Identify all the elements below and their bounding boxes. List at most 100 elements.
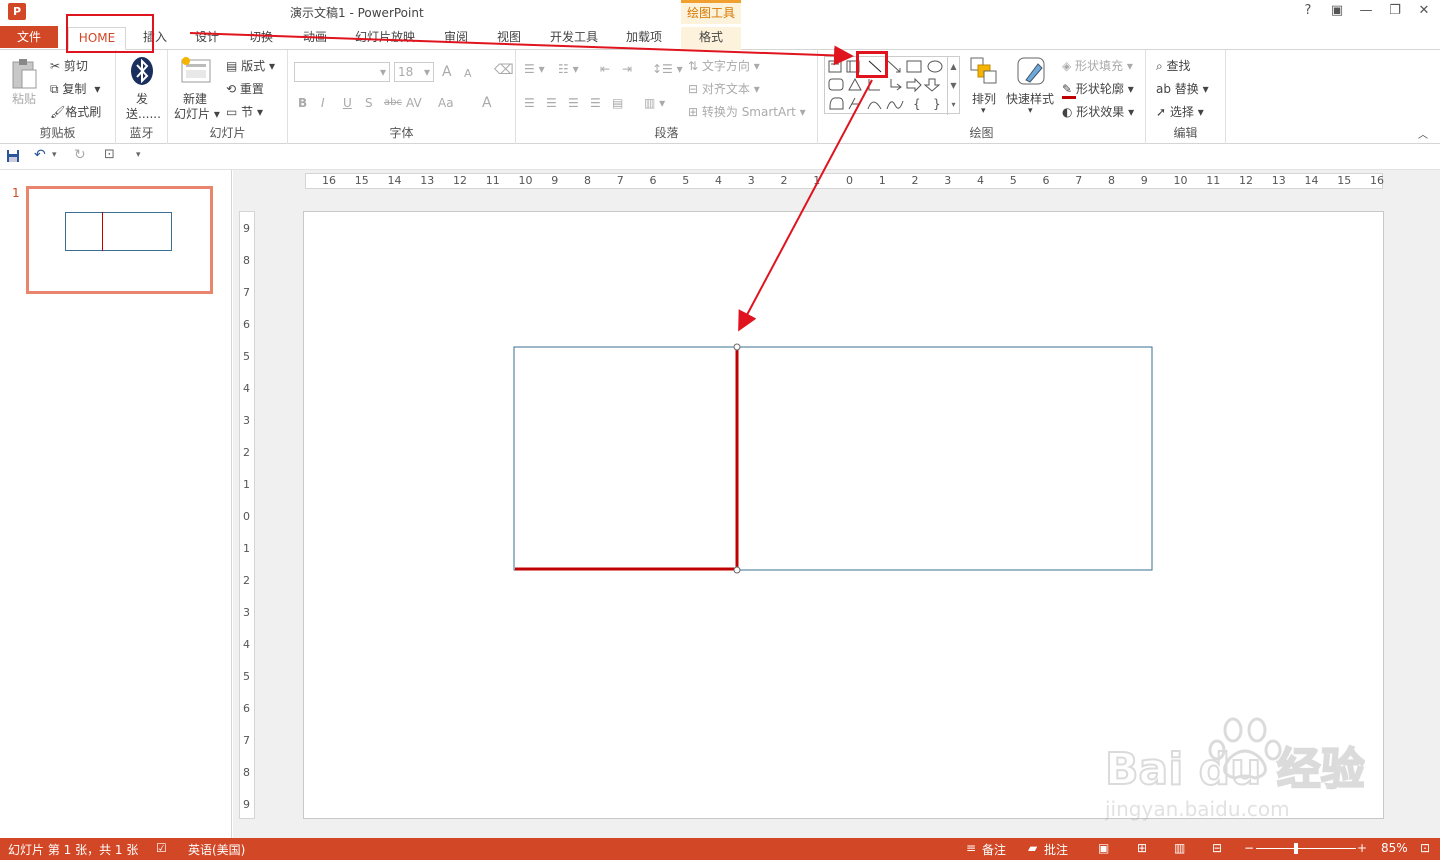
notes-button[interactable]: 备注 <box>982 841 1006 858</box>
distribute-icon[interactable]: ▤ <box>612 96 623 110</box>
ruler-tick-label: 0 <box>243 510 250 523</box>
minimize-button[interactable]: — <box>1356 3 1376 18</box>
fit-slide-icon[interactable]: ⊡ <box>1420 841 1430 855</box>
align-text-button[interactable]: ⊟ 对齐文本 ▾ <box>688 80 760 97</box>
chevron-down-icon: ▾ <box>1028 106 1033 116</box>
cut-button[interactable]: ✂ 剪切 <box>50 57 88 74</box>
line-handle-top[interactable] <box>733 343 741 351</box>
zoom-in-icon[interactable]: + <box>1357 841 1367 855</box>
layout-button[interactable]: ▤ 版式 ▾ <box>226 57 275 74</box>
tab-review[interactable]: 审阅 <box>441 27 471 50</box>
align-right-icon[interactable]: ☰ <box>568 96 579 110</box>
bullets-icon[interactable]: ☰ ▾ <box>524 62 545 76</box>
comments-button[interactable]: 批注 <box>1044 841 1068 858</box>
italic-button[interactable]: I <box>321 96 325 110</box>
tab-view[interactable]: 视图 <box>494 27 524 50</box>
format-painter-button[interactable]: 🖌格式刷 <box>50 103 101 120</box>
line-spacing-icon[interactable]: ↕☰ ▾ <box>652 62 683 76</box>
grow-font-button[interactable]: A <box>442 64 452 80</box>
language-status[interactable]: 英语(美国) <box>188 841 245 858</box>
paste-button[interactable]: 粘贴 <box>12 90 36 107</box>
shape-effects-button[interactable]: ◐ 形状效果 ▾ <box>1062 103 1134 120</box>
shapes-gallery[interactable]: { } ▲ ▼ ▾ <box>824 56 960 115</box>
help-button[interactable]: ? <box>1298 3 1318 18</box>
line-handle-bottom[interactable] <box>733 566 741 574</box>
character-spacing-button[interactable]: AV <box>406 96 422 110</box>
save-icon[interactable] <box>6 149 20 166</box>
slide-sorter-icon[interactable]: ⊞ <box>1137 841 1147 855</box>
bluetooth-icon[interactable] <box>130 56 154 89</box>
quick-styles-icon[interactable] <box>1016 56 1048 89</box>
ruler-tick-label: 6 <box>243 702 250 715</box>
font-name-combobox[interactable]: ▾ <box>294 62 390 82</box>
clear-formatting-icon[interactable]: ⌫ <box>494 62 514 78</box>
clipboard-group-label: 剪贴板 <box>39 126 76 140</box>
redo-icon[interactable]: ↻ <box>74 147 86 163</box>
tab-format[interactable]: 格式 <box>681 27 741 50</box>
find-button[interactable]: ⌕ 查找 <box>1156 57 1191 74</box>
bold-button[interactable]: B <box>298 96 307 110</box>
spellcheck-icon[interactable]: ☑ <box>156 841 167 855</box>
columns-icon[interactable]: ▥ ▾ <box>644 96 665 110</box>
text-direction-button[interactable]: ⇅ 文字方向 ▾ <box>688 57 760 74</box>
tab-developer[interactable]: 开发工具 <box>546 27 602 50</box>
chevron-down-icon[interactable]: ▾ <box>52 150 57 160</box>
tab-design[interactable]: 设计 <box>192 27 222 50</box>
align-left-icon[interactable]: ☰ <box>524 96 535 110</box>
arrange-icon[interactable] <box>970 57 998 88</box>
smartart-icon: ⊞ <box>688 105 702 119</box>
increase-indent-icon[interactable]: ⇥ <box>622 62 632 76</box>
new-slide-icon[interactable] <box>180 56 212 89</box>
normal-view-icon[interactable]: ▣ <box>1098 841 1109 855</box>
slideshow-view-icon[interactable]: ⊟ <box>1212 841 1222 855</box>
gallery-scroll-icon[interactable]: ▲ ▼ ▾ <box>947 57 959 115</box>
start-slideshow-icon[interactable]: ⊡ <box>104 147 115 162</box>
arrange-button[interactable]: 排列 <box>972 90 996 107</box>
new-slide-button[interactable]: 幻灯片 ▾ <box>174 105 220 122</box>
zoom-slider-track[interactable] <box>1256 848 1356 849</box>
strikethrough-button[interactable]: abc <box>384 97 402 108</box>
section-button[interactable]: ▭ 节 ▾ <box>226 103 263 120</box>
numbering-icon[interactable]: ☷ ▾ <box>558 62 579 76</box>
copy-button[interactable]: ⧉ 复制 ▾ <box>50 80 100 97</box>
underline-button[interactable]: U <box>343 96 352 110</box>
ribbon-display-options-button[interactable]: ▣ <box>1327 3 1347 18</box>
decrease-indent-icon[interactable]: ⇤ <box>600 62 610 76</box>
tab-transitions[interactable]: 切换 <box>246 27 276 50</box>
paragraph-group-label: 段落 <box>654 126 679 140</box>
bluetooth-send-label-2[interactable]: 送...... <box>126 105 161 122</box>
ruler-tick-label: 7 <box>1075 174 1083 187</box>
slide-thumbnail[interactable] <box>26 186 213 294</box>
convert-smartart-button[interactable]: ⊞ 转换为 SmartArt ▾ <box>688 103 806 120</box>
customize-qat-icon[interactable]: ▾ <box>136 150 141 160</box>
zoom-slider-thumb[interactable] <box>1294 843 1298 854</box>
shape-fill-button[interactable]: ◈ 形状填充 ▾ <box>1062 57 1133 74</box>
undo-icon[interactable]: ↶ <box>34 147 46 163</box>
zoom-level[interactable]: 85% <box>1381 841 1408 855</box>
reset-button[interactable]: ⟲ 重置 <box>226 80 264 97</box>
align-center-icon[interactable]: ☰ <box>546 96 557 110</box>
reading-view-icon[interactable]: ▥ <box>1174 841 1185 855</box>
change-case-button[interactable]: Aa <box>438 96 454 110</box>
justify-icon[interactable]: ☰ <box>590 96 601 110</box>
paste-icon[interactable] <box>10 58 38 93</box>
font-size-combobox[interactable]: 18 ▾ <box>394 62 434 82</box>
font-color-button[interactable]: A <box>482 95 492 111</box>
editing-group: ⌕ 查找 ab 替换 ▾ ➚ 选择 ▾ 编辑 <box>1146 50 1226 144</box>
replace-button[interactable]: ab 替换 ▾ <box>1156 80 1209 97</box>
close-button[interactable]: ✕ <box>1414 3 1434 18</box>
quick-styles-button[interactable]: 快速样式 <box>1006 90 1054 107</box>
restore-button[interactable]: ❐ <box>1385 3 1405 18</box>
shadow-button[interactable]: S <box>365 96 373 110</box>
select-button[interactable]: ➚ 选择 ▾ <box>1156 103 1204 120</box>
collapse-ribbon-icon[interactable]: ︿ <box>1418 126 1428 141</box>
shape-outline-button[interactable]: ✎ 形状轮廓 ▾ <box>1062 80 1134 99</box>
tab-file[interactable]: 文件 <box>0 26 58 48</box>
tab-slideshow[interactable]: 幻灯片放映 <box>353 27 417 50</box>
text-direction-icon: ⇅ <box>688 59 702 73</box>
shrink-font-button[interactable]: A <box>464 67 472 80</box>
tab-animations[interactable]: 动画 <box>300 27 330 50</box>
rectangle-shape[interactable] <box>513 346 1153 571</box>
tab-addins[interactable]: 加载项 <box>622 27 666 50</box>
zoom-out-icon[interactable]: − <box>1244 841 1254 855</box>
